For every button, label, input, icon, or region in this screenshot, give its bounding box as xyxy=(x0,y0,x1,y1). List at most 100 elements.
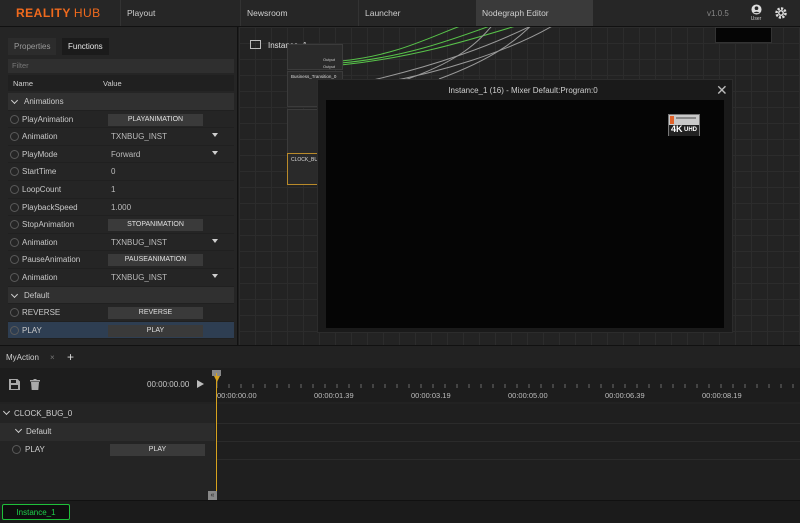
function-row: PlayAnimation PLAYANIMATION xyxy=(8,111,234,129)
group-label: Default xyxy=(24,290,50,300)
group-animations[interactable]: Animations xyxy=(8,93,234,111)
track-group-row[interactable]: Default xyxy=(0,423,215,441)
timeline-panel: MyAction × + 00:00:00.00 00:00:00.00 00:… xyxy=(0,345,800,501)
current-time: 00:00:00.00 xyxy=(147,380,190,389)
filter-input[interactable]: Filter xyxy=(8,59,234,73)
radio-button[interactable] xyxy=(10,237,19,247)
graph-toolbar-box xyxy=(715,27,772,43)
property-row: Animation TXNBUG_INST xyxy=(8,234,234,252)
column-name-header: Name xyxy=(13,79,34,88)
reverse-button[interactable]: REVERSE xyxy=(108,307,203,320)
user-button[interactable]: User xyxy=(746,4,766,22)
node-port: Output xyxy=(323,57,336,62)
group-label: Default xyxy=(26,427,52,436)
image-icon[interactable] xyxy=(250,40,261,49)
add-action-icon[interactable]: + xyxy=(67,350,74,364)
play-animation-button[interactable]: PLAYANIMATION xyxy=(108,113,203,126)
stop-animation-button[interactable]: STOPANIMATION xyxy=(108,219,203,232)
user-icon xyxy=(750,4,762,15)
property-row: Animation TXNBUG_INST xyxy=(8,128,234,146)
graph-node[interactable]: Output Output xyxy=(287,44,343,70)
radio-button[interactable] xyxy=(10,114,19,124)
playbackspeed-field[interactable]: 1.000 xyxy=(111,203,131,212)
save-icon[interactable] xyxy=(9,379,20,392)
playmode-select[interactable]: Forward xyxy=(111,150,140,159)
row-name: PLAY xyxy=(22,325,42,335)
ruler-label: 00:00:05.00 xyxy=(508,391,548,400)
ruler-label: 00:00:01.39 xyxy=(314,391,354,400)
row-divider xyxy=(217,441,800,442)
row-divider xyxy=(217,459,800,460)
track-item-row: PLAY PLAY xyxy=(0,441,215,459)
play-button[interactable]: PLAY xyxy=(108,324,203,337)
chevron-down-icon xyxy=(2,407,11,416)
function-row: REVERSE REVERSE xyxy=(8,304,234,322)
tab-newsroom[interactable]: Newsroom xyxy=(240,0,358,26)
radio-button[interactable] xyxy=(10,325,19,335)
radio-button[interactable] xyxy=(10,149,19,159)
nodegraph-canvas[interactable]: Instance_1 Output Output Business_Transi… xyxy=(239,27,800,345)
app-logo: REALITY HUB xyxy=(16,6,101,20)
animation-select[interactable]: TXNBUG_INST xyxy=(111,132,167,141)
radio-button[interactable] xyxy=(10,255,19,265)
version-label: v1.0.5 xyxy=(707,9,729,18)
loopcount-field[interactable]: 1 xyxy=(111,185,115,194)
tab-playout[interactable]: Playout xyxy=(120,0,240,26)
function-row: StopAnimation STOPANIMATION xyxy=(8,216,234,234)
chevron-down-icon xyxy=(10,290,19,298)
tab-nodegraph-editor[interactable]: Nodegraph Editor xyxy=(476,0,593,26)
play-icon[interactable] xyxy=(197,380,204,388)
radio-button[interactable] xyxy=(10,185,19,194)
4k-uhd-logo: 4K UHD xyxy=(668,114,700,136)
property-row: Animation TXNBUG_INST xyxy=(8,269,234,287)
chevron-down-icon xyxy=(10,96,19,105)
radio-button[interactable] xyxy=(10,308,19,318)
dropdown-arrow-icon[interactable] xyxy=(212,150,218,155)
starttime-field[interactable]: 0 xyxy=(111,167,115,176)
dropdown-arrow-icon[interactable] xyxy=(212,238,218,243)
radio-button[interactable] xyxy=(10,273,19,282)
tab-properties[interactable]: Properties xyxy=(8,38,57,55)
dropdown-arrow-icon[interactable] xyxy=(212,133,218,138)
playhead-marker[interactable] xyxy=(214,376,220,382)
instance-tab[interactable]: Instance_1 xyxy=(2,504,70,520)
tab-launcher[interactable]: Launcher xyxy=(358,0,476,26)
column-value-header: Value xyxy=(103,79,122,88)
close-tab-icon[interactable]: × xyxy=(50,353,55,362)
animation-select[interactable]: TXNBUG_INST xyxy=(111,238,167,247)
radio-button[interactable] xyxy=(12,445,21,454)
close-icon[interactable]: ✕ xyxy=(716,82,728,99)
animation-select[interactable]: TXNBUG_INST xyxy=(111,273,167,282)
radio-button[interactable] xyxy=(10,202,19,212)
row-name: Animation xyxy=(22,273,58,282)
row-name: StartTime xyxy=(22,167,57,177)
ruler-label: 00:00:00.00 xyxy=(217,391,257,400)
properties-panel: Properties Functions Filter Name Value A… xyxy=(0,27,238,345)
ruler-label: 00:00:06.39 xyxy=(605,391,645,400)
group-default[interactable]: Default xyxy=(8,286,234,305)
track-row[interactable]: CLOCK_BUG_0 xyxy=(0,405,215,423)
track-area[interactable] xyxy=(217,404,800,501)
trash-icon[interactable] xyxy=(30,379,40,392)
property-row: PlayMode Forward xyxy=(8,146,234,164)
collapse-icon[interactable]: « xyxy=(208,491,217,500)
timeline-ruler[interactable] xyxy=(217,371,800,389)
playhead-line[interactable] xyxy=(216,373,217,501)
dropdown-arrow-icon[interactable] xyxy=(212,274,218,278)
radio-button[interactable] xyxy=(10,220,19,230)
radio-button[interactable] xyxy=(10,132,19,142)
action-tab[interactable]: MyAction xyxy=(6,353,39,362)
row-name: LoopCount xyxy=(22,185,62,194)
row-name: StopAnimation xyxy=(22,220,75,230)
row-name: Animation xyxy=(22,132,58,142)
ruler-label: 00:00:03.19 xyxy=(411,391,451,400)
function-row-selected: PLAY PLAY xyxy=(8,321,234,340)
radio-button[interactable] xyxy=(10,167,19,177)
tab-functions[interactable]: Functions xyxy=(62,38,109,55)
pause-animation-button[interactable]: PAUSEANIMATION xyxy=(108,254,203,267)
gear-icon[interactable] xyxy=(774,6,788,22)
play-button[interactable]: PLAY xyxy=(110,444,205,456)
row-name: PLAY xyxy=(25,445,45,454)
property-row: PlaybackSpeed 1.000 xyxy=(8,199,234,217)
row-name: REVERSE xyxy=(22,308,61,318)
